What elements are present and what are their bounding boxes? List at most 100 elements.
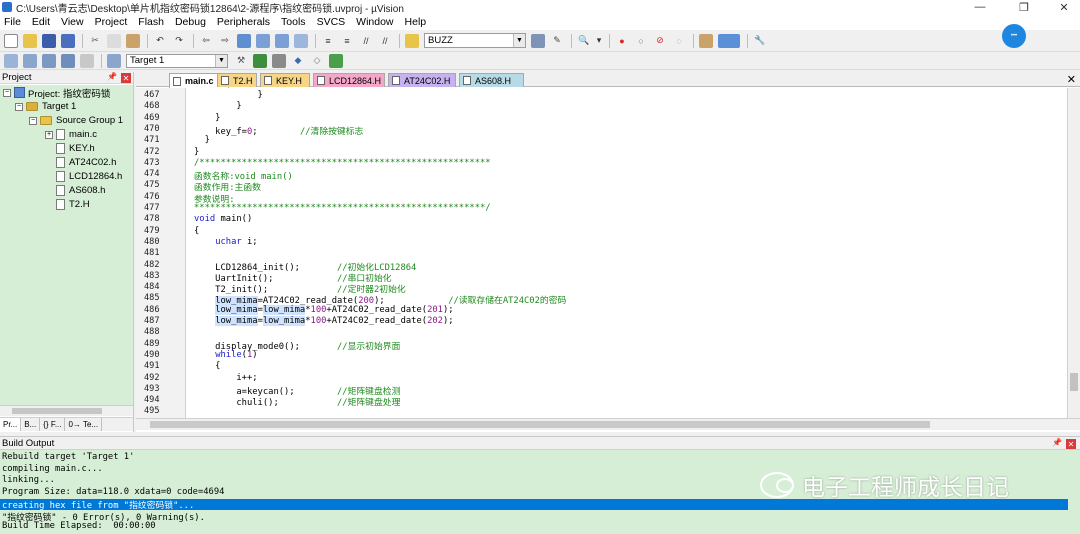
undo-icon[interactable]: ↶ <box>153 34 167 48</box>
target-combo[interactable]: Target 1 ▼ <box>126 53 228 68</box>
scrollbar-thumb[interactable] <box>150 421 930 428</box>
menu-flash[interactable]: Flash <box>138 16 164 28</box>
menu-project[interactable]: Project <box>95 16 128 28</box>
editor-tab[interactable]: AT24C02.H <box>388 73 456 87</box>
save-icon[interactable] <box>42 33 56 48</box>
close-icon[interactable]: ✕ <box>121 73 131 83</box>
find-icon[interactable] <box>531 33 545 48</box>
pack-update-icon[interactable] <box>329 53 343 68</box>
line-number: 481 <box>144 248 160 259</box>
editor-tab[interactable]: LCD12864.H <box>313 73 385 87</box>
menu-help[interactable]: Help <box>405 16 427 28</box>
incremental-find-icon[interactable]: ✎ <box>550 34 564 48</box>
close-button[interactable]: ✕ <box>1044 0 1080 14</box>
tab-project[interactable]: Pr... <box>0 418 22 431</box>
tab-books[interactable]: B... <box>21 418 41 431</box>
tree-item-source-group[interactable]: − Source Group 1 <box>29 114 123 127</box>
close-icon[interactable]: ✕ <box>1067 73 1076 86</box>
menu-tools[interactable]: Tools <box>281 16 306 28</box>
menu-window[interactable]: Window <box>356 16 393 28</box>
project-horizontal-scrollbar[interactable] <box>0 405 133 416</box>
editor-horizontal-scrollbar[interactable] <box>136 418 1080 430</box>
rebuild-icon[interactable] <box>42 53 56 68</box>
collapse-icon[interactable]: − <box>29 116 37 125</box>
tree-item-project[interactable]: − Project: 指纹密码锁 <box>3 86 110 100</box>
breakpoints-window-icon[interactable]: ◌ <box>672 34 686 48</box>
menu-debug[interactable]: Debug <box>175 16 206 28</box>
code-line: } <box>194 101 242 112</box>
code-area[interactable]: } } } key_f=0; //清除按键标志 }}/*************… <box>194 88 1064 418</box>
collapse-icon[interactable]: − <box>15 102 23 111</box>
tree-item-file[interactable]: T2.H <box>56 198 90 211</box>
run-time-env-icon[interactable]: ◆ <box>291 54 305 68</box>
target-options-icon[interactable]: ⚒ <box>234 54 248 68</box>
tree-item-file[interactable]: KEY.h <box>56 142 95 155</box>
open-file-icon[interactable] <box>23 33 37 48</box>
collapse-icon[interactable]: − <box>3 88 11 97</box>
save-all-icon[interactable] <box>61 33 75 48</box>
line-number: 467 <box>144 90 160 100</box>
chevron-down-icon[interactable]: ▼ <box>513 34 525 47</box>
expand-icon[interactable]: + <box>45 130 53 139</box>
scrollbar-thumb[interactable] <box>1070 373 1078 391</box>
find-combo[interactable]: BUZZ ▼ <box>424 33 526 48</box>
scrollbar-thumb[interactable] <box>12 408 102 414</box>
download-icon[interactable] <box>107 53 121 68</box>
clear-bookmarks-icon[interactable] <box>294 33 308 48</box>
window-layout-icon[interactable] <box>699 33 713 48</box>
disable-breakpoint-icon[interactable]: ○ <box>634 34 648 48</box>
view-select-icon[interactable] <box>718 33 740 48</box>
configure-icon[interactable]: 🔧 <box>753 34 767 48</box>
redo-icon[interactable]: ↷ <box>172 34 186 48</box>
manage-project-icon[interactable] <box>253 53 267 68</box>
uncomment-icon[interactable]: // <box>378 34 392 48</box>
nav-back-icon[interactable]: ⇦ <box>199 34 213 48</box>
copy-icon[interactable] <box>107 33 121 48</box>
select-packs-icon[interactable] <box>272 53 286 68</box>
comment-icon[interactable]: // <box>359 34 373 48</box>
pin-icon[interactable]: 📌 <box>1052 438 1062 447</box>
editor-vertical-scrollbar[interactable] <box>1067 88 1080 418</box>
menu-peripherals[interactable]: Peripherals <box>217 16 270 28</box>
menu-edit[interactable]: Edit <box>32 16 50 28</box>
close-icon[interactable]: ✕ <box>1066 439 1076 449</box>
tree-item-target[interactable]: − Target 1 <box>15 100 76 113</box>
editor-tab[interactable]: KEY.H <box>260 73 310 87</box>
editor-tab[interactable]: AS608.H <box>459 73 524 87</box>
menu-file[interactable]: File <box>4 16 21 28</box>
unindent-icon[interactable]: ≡ <box>340 34 354 48</box>
nav-forward-icon[interactable]: ⇨ <box>218 34 232 48</box>
cut-icon[interactable]: ✂ <box>88 34 102 48</box>
paste-icon[interactable] <box>126 33 140 48</box>
chevron-down-icon[interactable]: ▼ <box>215 54 227 67</box>
batch-build-icon[interactable] <box>61 53 75 68</box>
stop-build-icon[interactable] <box>80 53 94 68</box>
chevron-down-icon[interactable]: ▾ <box>596 34 602 48</box>
breakpoint-icon[interactable]: ● <box>615 34 629 48</box>
translate-icon[interactable] <box>4 53 18 68</box>
find-in-files-icon[interactable] <box>405 33 419 48</box>
zoom-icon[interactable]: 🔍 <box>577 34 591 48</box>
editor-tab[interactable]: T2.H <box>217 73 257 87</box>
next-bookmark-icon[interactable] <box>275 33 289 48</box>
restore-button[interactable]: ❐ <box>1004 0 1044 14</box>
build-icon[interactable] <box>23 53 37 68</box>
tab-functions[interactable]: {} F... <box>40 418 66 431</box>
minimize-button[interactable]: — <box>960 0 1000 14</box>
tab-templates[interactable]: 0→ Te... <box>65 418 103 431</box>
menu-svcs[interactable]: SVCS <box>317 16 346 28</box>
pin-icon[interactable]: 📌 <box>107 72 117 81</box>
code-line: /***************************************… <box>194 157 491 168</box>
menu-view[interactable]: View <box>61 16 84 28</box>
tree-item-file[interactable]: LCD12864.h <box>56 170 122 183</box>
tree-item-file[interactable]: + main.c <box>45 128 97 141</box>
tree-item-file[interactable]: AT24C02.h <box>56 156 116 169</box>
pack-installer-icon[interactable]: ◇ <box>310 54 324 68</box>
new-file-icon[interactable] <box>4 33 18 48</box>
prev-bookmark-icon[interactable] <box>256 33 270 48</box>
bookmark-icon[interactable] <box>237 33 251 48</box>
floating-badge-icon[interactable]: ••• <box>1002 24 1026 48</box>
indent-icon[interactable]: ≡ <box>321 34 335 48</box>
kill-breakpoints-icon[interactable]: ⊘ <box>653 34 667 48</box>
tree-item-file[interactable]: AS608.h <box>56 184 105 197</box>
